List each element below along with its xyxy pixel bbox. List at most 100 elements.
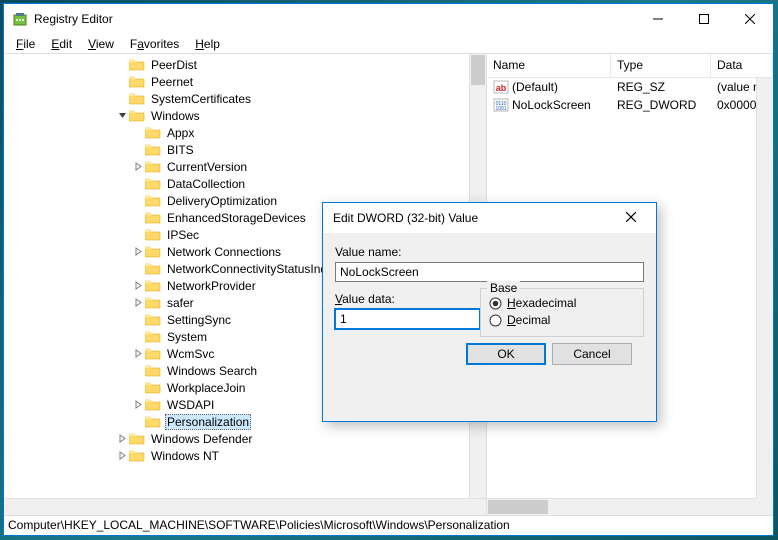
window-controls <box>635 4 773 34</box>
chevron-right-icon[interactable] <box>132 162 145 171</box>
folder-icon <box>145 364 161 377</box>
tree-item[interactable]: PeerDist <box>4 56 486 73</box>
list-vscrollbar[interactable] <box>756 78 773 498</box>
chevron-right-icon[interactable] <box>132 349 145 358</box>
folder-icon <box>145 330 161 343</box>
base-legend: Base <box>487 281 520 295</box>
menu-view[interactable]: View <box>80 35 122 53</box>
tree-item-label: Windows Defender <box>149 432 254 446</box>
folder-icon <box>145 296 161 309</box>
cancel-button[interactable]: Cancel <box>552 343 632 365</box>
chevron-right-icon[interactable] <box>132 281 145 290</box>
dialog-title: Edit DWORD (32-bit) Value <box>333 211 616 225</box>
tree-item-label: Windows Search <box>165 364 259 378</box>
list-hscrollbar[interactable] <box>487 498 756 515</box>
tree-item[interactable]: Appx <box>4 124 486 141</box>
folder-icon <box>145 262 161 275</box>
statusbar: Computer\HKEY_LOCAL_MACHINE\SOFTWARE\Pol… <box>4 515 773 535</box>
folder-icon <box>145 415 161 428</box>
value-type: REG_SZ <box>611 80 711 94</box>
titlebar[interactable]: Registry Editor <box>4 4 773 34</box>
dialog-close-button[interactable] <box>616 209 646 227</box>
value-name: NoLockScreen <box>512 98 591 112</box>
value-data-label: Value data: <box>335 292 480 306</box>
chevron-right-icon[interactable] <box>116 434 129 443</box>
tree-item[interactable]: Windows Defender <box>4 430 486 447</box>
tree-item-label: WSDAPI <box>165 398 216 412</box>
tree-item[interactable]: Windows <box>4 107 486 124</box>
tree-item-label: DataCollection <box>165 177 247 191</box>
chevron-right-icon[interactable] <box>132 247 145 256</box>
col-type[interactable]: Type <box>611 54 711 77</box>
tree-item[interactable]: BITS <box>4 141 486 158</box>
chevron-right-icon[interactable] <box>132 298 145 307</box>
folder-icon <box>145 279 161 292</box>
tree-item-label: Windows NT <box>149 449 221 463</box>
tree-item-label: NetworkProvider <box>165 279 258 293</box>
svg-text:1001: 1001 <box>495 106 506 112</box>
tree-item-label: CurrentVersion <box>165 160 249 174</box>
tree-item-label: System <box>165 330 209 344</box>
tree-item-label: WcmSvc <box>165 347 216 361</box>
folder-icon <box>145 211 161 224</box>
folder-icon <box>129 75 145 88</box>
tree-item-label: SettingSync <box>165 313 233 327</box>
folder-icon <box>145 143 161 156</box>
tree-hscrollbar[interactable] <box>4 498 486 515</box>
tree-item[interactable]: SystemCertificates <box>4 90 486 107</box>
radio-decimal[interactable]: Decimal <box>489 313 635 327</box>
tree-item[interactable]: Windows NT <box>4 447 486 464</box>
tree-item-label: Windows <box>149 109 202 123</box>
resize-grip[interactable] <box>756 498 773 515</box>
folder-icon <box>145 313 161 326</box>
value-data-input[interactable] <box>335 309 480 329</box>
chevron-down-icon[interactable] <box>116 111 129 120</box>
chevron-right-icon[interactable] <box>116 451 129 460</box>
folder-icon <box>129 432 145 445</box>
window-title: Registry Editor <box>34 12 635 26</box>
radio-unchecked-icon <box>489 314 502 327</box>
tree-item-label: IPSec <box>165 228 201 242</box>
tree-item-label: Peernet <box>149 75 195 89</box>
value-name-label: Value name: <box>335 245 644 259</box>
radio-checked-icon <box>489 297 502 310</box>
edit-dword-dialog: Edit DWORD (32-bit) Value Value name: Va… <box>322 202 657 422</box>
col-data[interactable]: Data <box>711 54 773 77</box>
folder-icon <box>145 160 161 173</box>
menu-file[interactable]: File <box>8 35 43 53</box>
scrollbar-thumb[interactable] <box>471 55 485 85</box>
folder-icon <box>145 194 161 207</box>
menu-favorites[interactable]: Favorites <box>122 35 187 53</box>
menu-help[interactable]: Help <box>187 35 228 53</box>
radio-hexadecimal[interactable]: Hexadecimal <box>489 296 635 310</box>
tree-item[interactable]: DataCollection <box>4 175 486 192</box>
minimize-button[interactable] <box>635 4 681 34</box>
tree-item[interactable]: CurrentVersion <box>4 158 486 175</box>
chevron-right-icon[interactable] <box>132 400 145 409</box>
ok-button[interactable]: OK <box>466 343 546 365</box>
folder-icon <box>145 177 161 190</box>
folder-icon <box>145 126 161 139</box>
close-button[interactable] <box>727 4 773 34</box>
radio-label-dec: Decimal <box>507 313 550 327</box>
dialog-titlebar[interactable]: Edit DWORD (32-bit) Value <box>323 203 656 233</box>
tree-item-label: EnhancedStorageDevices <box>165 211 308 225</box>
tree-item-label: Personalization <box>165 414 251 430</box>
list-row[interactable]: 01101001NoLockScreenREG_DWORD0x00000001 … <box>487 96 773 114</box>
maximize-button[interactable] <box>681 4 727 34</box>
tree-item-label: DeliveryOptimization <box>165 194 279 208</box>
value-name-input[interactable] <box>335 262 644 282</box>
list-row[interactable]: ab(Default)REG_SZ(value not set) <box>487 78 773 96</box>
tree-item-label: WorkplaceJoin <box>165 381 247 395</box>
base-fieldset: Base Hexadecimal Decimal <box>480 288 644 337</box>
scrollbar-thumb[interactable] <box>488 500 548 514</box>
tree-item[interactable]: Peernet <box>4 73 486 90</box>
folder-icon <box>129 92 145 105</box>
tree-item-label: Network Connections <box>165 245 283 259</box>
list-header: Name Type Data <box>487 54 773 78</box>
menu-edit[interactable]: Edit <box>43 35 80 53</box>
folder-icon <box>145 398 161 411</box>
regedit-icon <box>12 11 28 27</box>
reg-binary-icon: 01101001 <box>493 97 509 113</box>
col-name[interactable]: Name <box>487 54 611 77</box>
